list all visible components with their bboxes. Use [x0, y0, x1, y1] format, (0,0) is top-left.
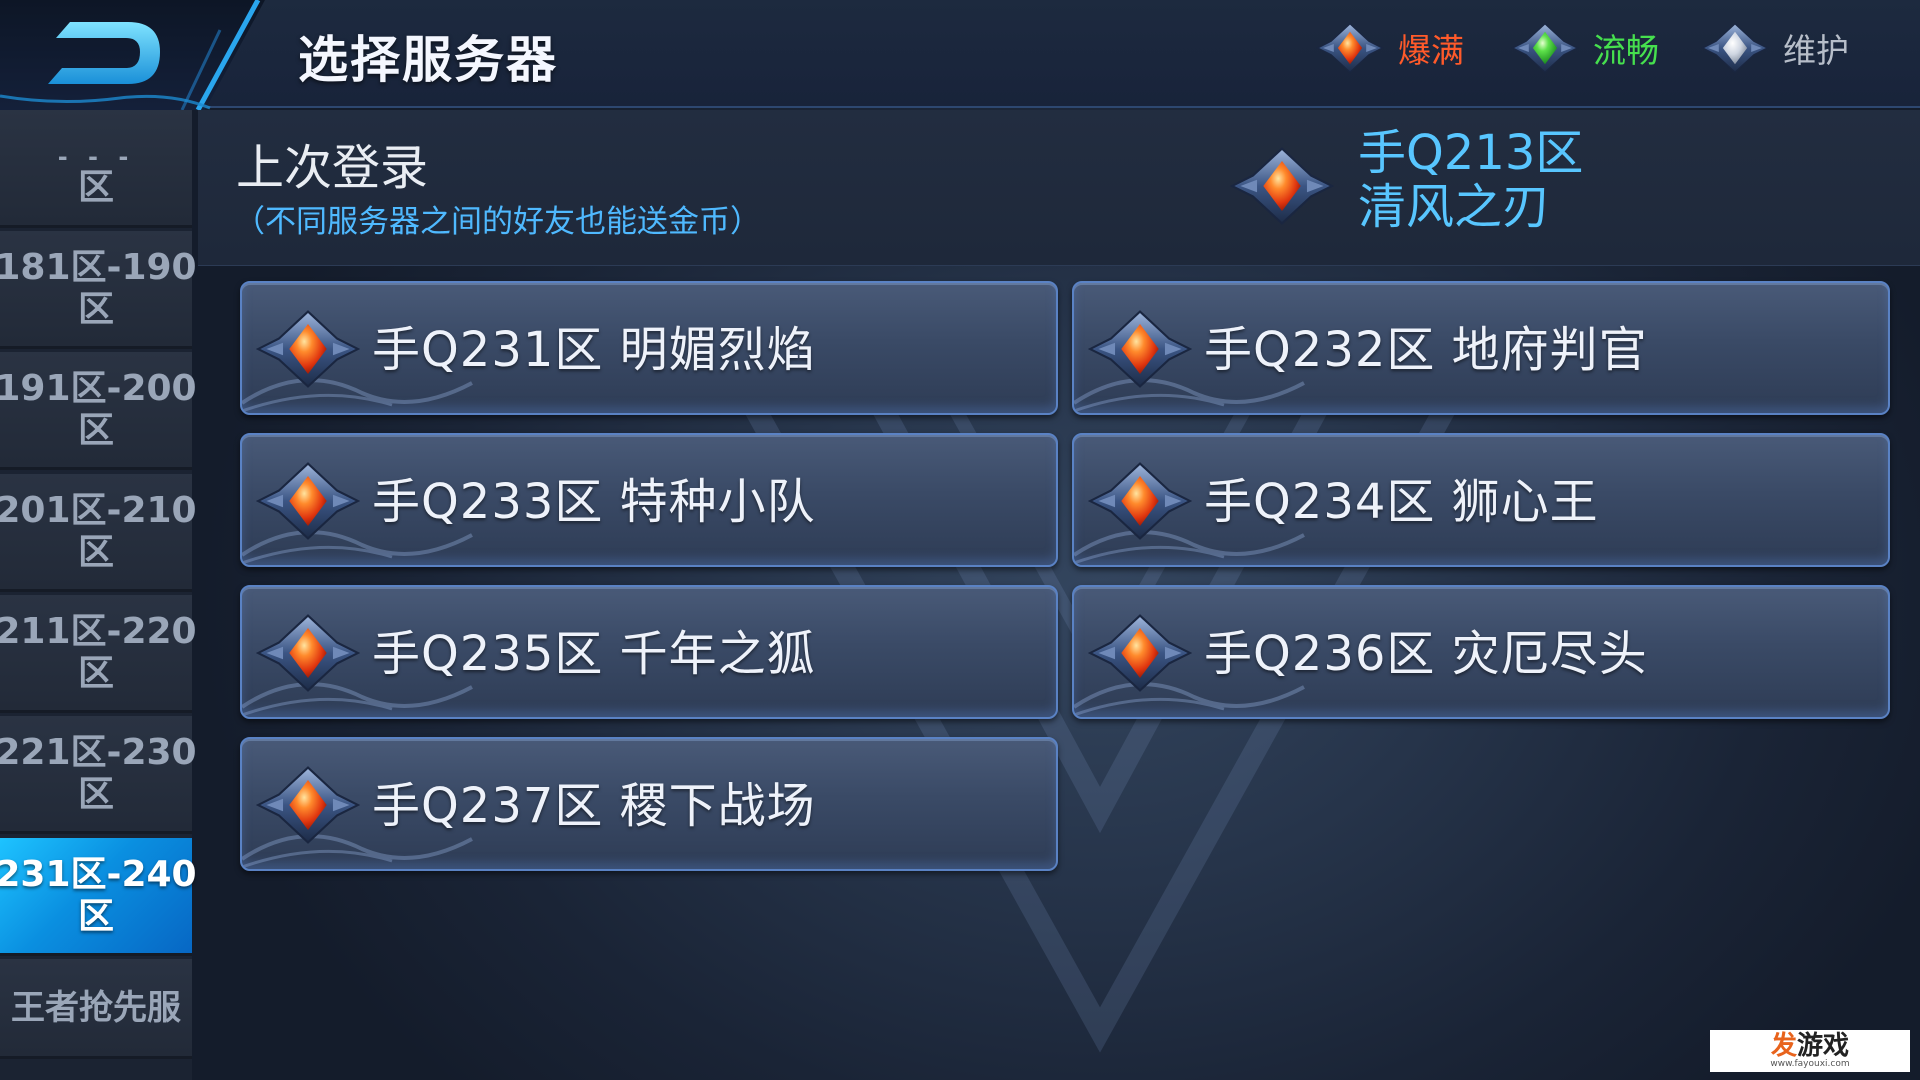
red-diamond-gem-icon: [256, 459, 360, 543]
red-diamond-gem-icon: [256, 307, 360, 391]
back-arrow-icon: [0, 0, 265, 112]
server-card[interactable]: 手Q237区 稷下战场: [240, 737, 1058, 871]
page-title: 选择服务器: [298, 31, 558, 89]
server-name: 手Q232区 地府判官: [1204, 322, 1648, 378]
red-diamond-gem-icon: [1088, 307, 1192, 391]
sidebar-item-201-210[interactable]: 201区-210 区: [0, 474, 197, 592]
red-diamond-gem-icon: [1310, 21, 1390, 75]
sidebar-item-221-230[interactable]: 221区-230 区: [0, 716, 197, 834]
legend-maintenance: 维护: [1695, 18, 1849, 78]
last-login-server-id: 手Q213区: [1358, 125, 1584, 181]
last-login-server-button[interactable]: [1230, 144, 1334, 232]
last-login-title: 上次登录: [236, 140, 429, 196]
sidebar: - - - 区 181区-190 区 191区-200 区 201区-210 区…: [0, 110, 197, 1080]
sidebar-item-partial[interactable]: - - - 区: [0, 110, 192, 228]
sidebar-item-211-220[interactable]: 211区-220 区: [0, 595, 197, 713]
last-login-server-name: 清风之刃: [1358, 179, 1551, 235]
sidebar-item-pioneer-server[interactable]: 王者抢先服: [0, 959, 192, 1059]
sidebar-item-231-240[interactable]: 231区-240 区: [0, 838, 197, 956]
server-card[interactable]: 手Q234区 狮心王: [1072, 433, 1890, 567]
legend-label-full: 爆满: [1398, 31, 1464, 70]
white-diamond-gem-icon: [1695, 21, 1775, 75]
server-card[interactable]: 手Q236区 灾厄尽头: [1072, 585, 1890, 719]
server-name: 手Q237区 稷下战场: [372, 778, 816, 834]
red-diamond-gem-icon: [1088, 459, 1192, 543]
red-diamond-gem-icon: [1230, 144, 1334, 228]
server-card[interactable]: 手Q235区 千年之狐: [240, 585, 1058, 719]
server-name: 手Q235区 千年之狐: [372, 626, 816, 682]
back-button[interactable]: [0, 0, 270, 112]
server-name: 手Q233区 特种小队: [372, 474, 816, 530]
server-name: 手Q231区 明媚烈焰: [372, 322, 816, 378]
sidebar-item-191-200[interactable]: 191区-200 区: [0, 352, 197, 470]
last-login-panel: 上次登录 （不同服务器之间的好友也能送金币） 手Q213区 清风之刃: [198, 110, 1920, 266]
legend-label-maintenance: 维护: [1783, 31, 1849, 70]
watermark-url: www.fayouxi.com: [1770, 1059, 1850, 1069]
legend-full: 爆满: [1310, 18, 1464, 78]
server-card[interactable]: 手Q232区 地府判官: [1072, 281, 1890, 415]
server-card[interactable]: 手Q231区 明媚烈焰: [240, 281, 1058, 415]
last-login-server[interactable]: 手Q213区 清风之刃: [1358, 126, 1583, 234]
red-diamond-gem-icon: [1088, 611, 1192, 695]
watermark-logo: 发游戏 www.fayouxi.com: [1710, 1030, 1910, 1072]
legend-label-smooth: 流畅: [1593, 31, 1659, 70]
sidebar-item-181-190[interactable]: 181区-190 区: [0, 231, 197, 349]
server-card[interactable]: 手Q233区 特种小队: [240, 433, 1058, 567]
green-diamond-gem-icon: [1505, 21, 1585, 75]
red-diamond-gem-icon: [256, 763, 360, 847]
last-login-note: （不同服务器之间的好友也能送金币）: [234, 204, 761, 240]
legend-smooth: 流畅: [1505, 18, 1659, 78]
red-diamond-gem-icon: [256, 611, 360, 695]
server-name: 手Q234区 狮心王: [1204, 474, 1599, 530]
top-bar: 选择服务器 爆满 流畅 维护: [0, 0, 1920, 112]
server-name: 手Q236区 灾厄尽头: [1204, 626, 1648, 682]
